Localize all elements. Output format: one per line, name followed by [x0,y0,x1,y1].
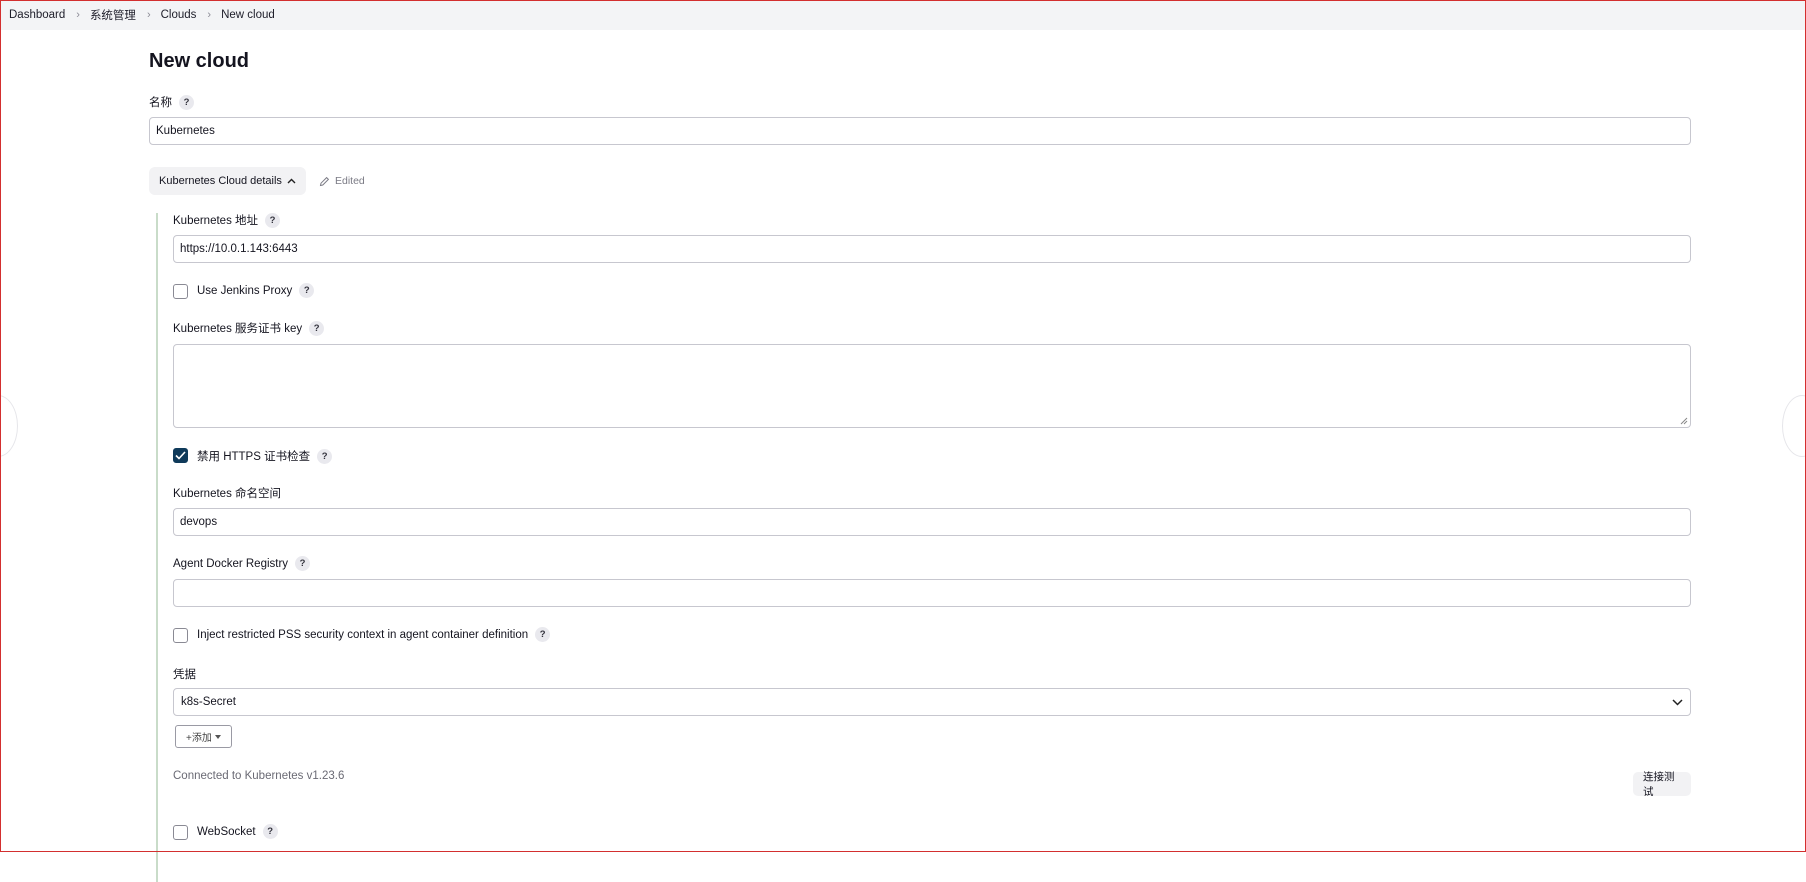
help-icon[interactable]: ? [299,283,315,298]
jenkins-proxy-checkbox[interactable] [173,284,188,299]
credentials-select[interactable]: k8s-Secret [173,688,1691,716]
breadcrumb-system-management[interactable]: 系统管理 [90,7,136,23]
disable-https-label-text: 禁用 HTTPS 证书检查 [197,451,311,463]
cloud-details-toggle[interactable]: Kubernetes Cloud details [149,167,306,195]
test-connection-button[interactable]: 连接测试 [1633,771,1691,798]
chevron-right-icon: › [76,9,80,21]
disable-https-label: 禁用 HTTPS 证书检查 ? [197,448,333,464]
help-icon[interactable]: ? [309,320,325,336]
help-icon[interactable]: ? [295,556,311,571]
disable-https-checkbox[interactable] [173,448,188,463]
websocket-label-text: WebSocket [197,825,256,838]
chevron-up-icon [287,178,296,184]
k8s-url-input[interactable]: https://10.0.1.143:6443 [173,235,1691,263]
help-icon[interactable]: ? [265,212,281,228]
k8s-url-label-text: Kubernetes 地址 [173,215,259,227]
websocket-label: WebSocket ? [197,824,278,839]
caret-down-icon [214,734,221,739]
jenkins-proxy-label-text: Use Jenkins Proxy [197,284,293,297]
resize-grip-icon [1680,417,1688,425]
add-credentials-button[interactable]: +添加 [175,725,232,748]
credentials-label-text: 凭据 [173,669,196,681]
prev-arrow-button[interactable] [0,395,18,457]
edited-indicator: Edited [319,167,365,195]
name-label: 名称 ? [149,94,194,110]
credentials-label: 凭据 [173,666,196,682]
namespace-label-text: Kubernetes 命名空间 [173,488,282,500]
chevron-down-icon [1672,698,1683,706]
inject-pss-label-text: Inject restricted PSS security context i… [197,628,529,641]
name-input[interactable]: Kubernetes [149,117,1691,145]
docker-registry-label: Agent Docker Registry ? [173,556,311,571]
server-cert-key-label-text: Kubernetes 服务证书 key [173,323,303,335]
help-icon[interactable]: ? [262,824,278,839]
chevron-right-icon: › [207,9,212,21]
server-cert-key-label: Kubernetes 服务证书 key ? [173,320,325,336]
pencil-icon [319,176,330,186]
breadcrumb-clouds[interactable]: Clouds [161,9,197,21]
breadcrumb-new-cloud[interactable]: New cloud [221,9,275,21]
websocket-checkbox[interactable] [173,825,188,840]
help-icon[interactable]: ? [535,627,551,642]
chevron-right-icon: › [146,9,151,21]
docker-registry-input[interactable] [173,579,1691,607]
next-arrow-button[interactable] [1782,395,1806,457]
breadcrumb: Dashboard › 系统管理 › Clouds › New cloud [0,0,1806,30]
help-icon[interactable]: ? [317,448,333,464]
section-indent-bar [156,213,158,882]
breadcrumb-dashboard[interactable]: Dashboard [9,9,65,21]
namespace-input[interactable]: devops [173,508,1691,536]
jenkins-proxy-label: Use Jenkins Proxy ? [197,283,315,298]
credentials-selected-value: k8s-Secret [181,696,236,708]
help-icon[interactable]: ? [179,94,194,110]
name-label-text: 名称 [149,97,172,109]
checkmark-icon [175,451,186,460]
edited-label: Edited [335,175,365,187]
docker-registry-label-text: Agent Docker Registry [173,557,289,570]
server-cert-key-textarea[interactable] [173,344,1691,428]
k8s-url-label: Kubernetes 地址 ? [173,212,281,228]
cloud-details-toggle-label: Kubernetes Cloud details [159,175,282,187]
page-title: New cloud [149,50,250,72]
inject-pss-label: Inject restricted PSS security context i… [197,627,551,642]
connection-status: Connected to Kubernetes v1.23.6 [173,770,345,782]
namespace-label: Kubernetes 命名空间 [173,485,281,501]
add-credentials-button-label: +添加 [186,733,212,744]
inject-pss-checkbox[interactable] [173,628,188,643]
